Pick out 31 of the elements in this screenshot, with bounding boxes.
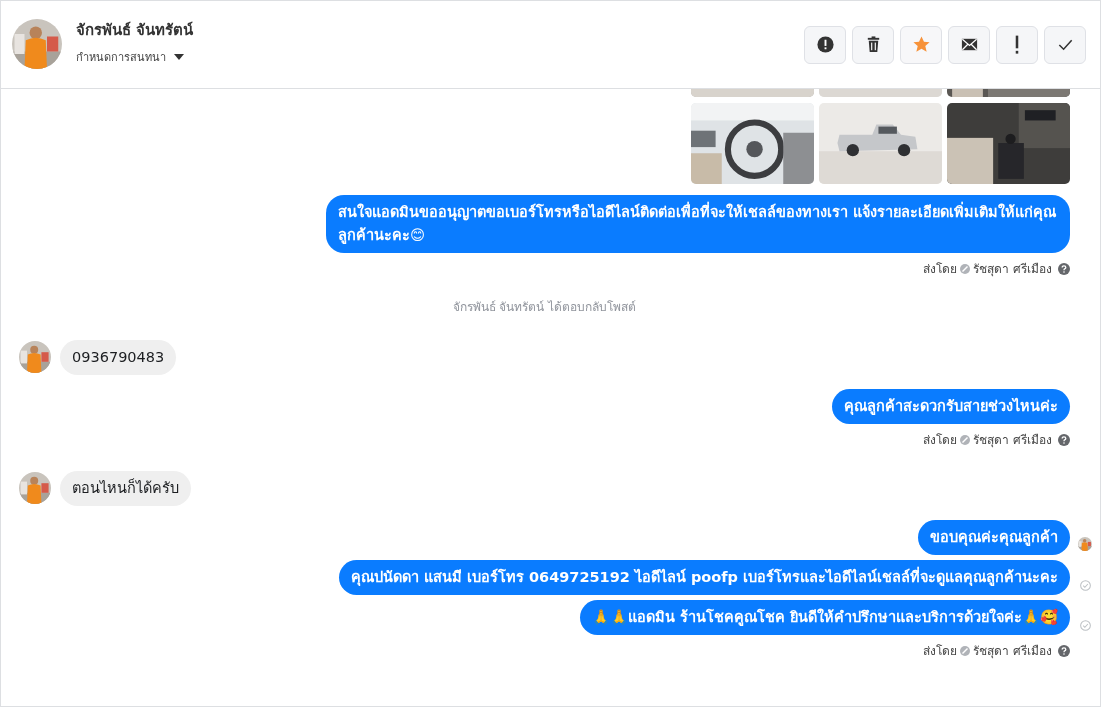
alert-icon [815,35,835,54]
star-button[interactable] [900,25,942,64]
message-bubble: 0936790483 [60,340,177,375]
blocked-icon [960,645,971,656]
agent-name: รัชสุดา ศรีเมือง [973,432,1052,449]
sent-by-label: ส่งโดย [923,432,958,449]
envelope-button[interactable] [948,25,990,64]
blocked-icon [960,263,971,274]
caret-icon [174,53,184,60]
message-bubble: ขอบคุณค่ะคุณลูกค้า [918,520,1070,555]
contact-name: จักรพันธ์ จันทรัตน์ [76,19,194,41]
message-bubble: 🙏🙏แอดมิน ร้านโชคคูณโชค ยินดีให้คำปรึกษาและบริการด้วยใจค่ะ🙏🥰 [579,600,1070,635]
message-bubble: คุณปนัดดา แสนมี เบอร์โทร 0649725192 ไอดีไลน์ poofp เบอร์โทรและไอดีไลน์เชลล์ที่จะดูแลคุณลูกค้านะคะ [338,560,1070,595]
help-icon [1058,644,1070,657]
agent-name: รัชสุดา ศรีเมือง [973,261,1052,278]
agent-name: รัชสุดา ศรีเมือง [973,643,1052,660]
help-icon [1058,433,1070,446]
star-icon [911,35,931,54]
conversation-dropdown[interactable]: กำหนดการสนทนา [76,47,194,66]
sent-by-label: ส่งโดย [923,261,958,278]
help-icon [1058,262,1070,275]
trash-button[interactable] [852,25,894,64]
blocked-icon [960,434,971,445]
sent-by-label: ส่งโดย [923,643,958,660]
exclamation-icon [1015,35,1019,54]
checkmark-button[interactable] [1044,25,1086,64]
alert-button[interactable] [804,25,846,64]
message-bubble: คุณลูกค้าสะดวกรับสายช่วงไหนค่ะ [832,389,1070,424]
message-bubble: ตอนไหนก็ได้ครับ [60,471,191,506]
system-notice: จักรพันธ์ จันทรัตน์ ได้ตอบกลับโพสต์ [452,299,637,316]
message-bubble: สนใจแอดมินขออนุญาตขอเบอร์โทรหรือไอดีไลน์ติดต่อเพื่อที่จะให้เชลล์ของทางเรา แจ้งรายละเอียดเพิ่มเติมให้แก่คุณลูกค้านะคะ😊 [326,195,1070,253]
